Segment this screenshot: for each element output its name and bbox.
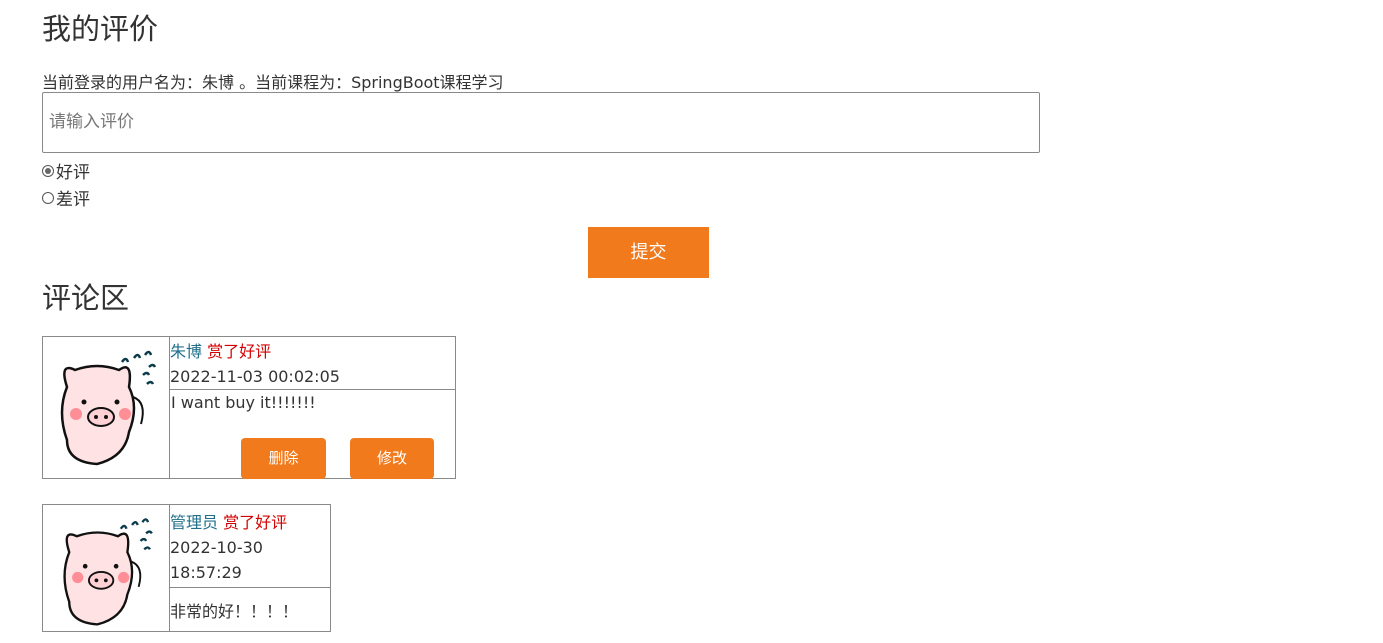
comment-username: 管理员 xyxy=(170,512,219,532)
radio-bad-label: 差评 xyxy=(56,190,90,210)
comment-time: 2022-10-30 18:57:29 xyxy=(170,537,263,582)
radio-checked-icon[interactable] xyxy=(42,164,54,177)
comment-text: I want buy it!!!!!!! xyxy=(171,393,316,412)
comment-rating: 赏了好评 xyxy=(223,512,288,532)
radio-unchecked-icon[interactable] xyxy=(42,191,54,204)
avatar-cell xyxy=(42,336,170,479)
radio-good-label: 好评 xyxy=(56,163,90,183)
comments-title: 评论区 xyxy=(42,281,130,315)
comment-meta: 管理员 赏了好评 2022-10-30 18:57:29 xyxy=(169,504,331,588)
page-title: 我的评价 xyxy=(42,12,159,46)
comment-time: 2022-11-03 00:02:05 xyxy=(170,367,340,386)
comment-rating: 赏了好评 xyxy=(207,342,272,361)
comment-content-cell: I want buy it!!!!!!! 删除 修改 xyxy=(169,389,456,479)
comment-text: 非常的好！！！！ xyxy=(170,601,299,621)
comment-card: 朱博 赏了好评 2022-11-03 00:02:05 I want buy i… xyxy=(42,336,456,479)
user-course-info: 当前登录的用户名为：朱博 。当前课程为：SpringBoot课程学习 xyxy=(42,73,504,92)
comment-username: 朱博 xyxy=(170,342,203,361)
review-input[interactable]: 请输入评价 xyxy=(42,92,1040,153)
radio-bad-review[interactable]: 差评 xyxy=(42,185,90,210)
submit-button[interactable]: 提交 xyxy=(588,227,709,278)
comment-meta: 朱博 赏了好评 2022-11-03 00:02:05 xyxy=(169,336,456,390)
avatar-cell xyxy=(42,504,170,632)
comment-card: 管理员 赏了好评 2022-10-30 18:57:29 非常的好！！！！ xyxy=(42,504,331,632)
edit-button[interactable]: 修改 xyxy=(350,438,434,479)
radio-good-review[interactable]: 好评 xyxy=(42,158,90,183)
delete-button[interactable]: 删除 xyxy=(241,438,326,479)
comment-content-cell: 非常的好！！！！ xyxy=(169,587,331,632)
pig-avatar-icon xyxy=(63,518,153,626)
pig-avatar-icon xyxy=(60,350,157,466)
